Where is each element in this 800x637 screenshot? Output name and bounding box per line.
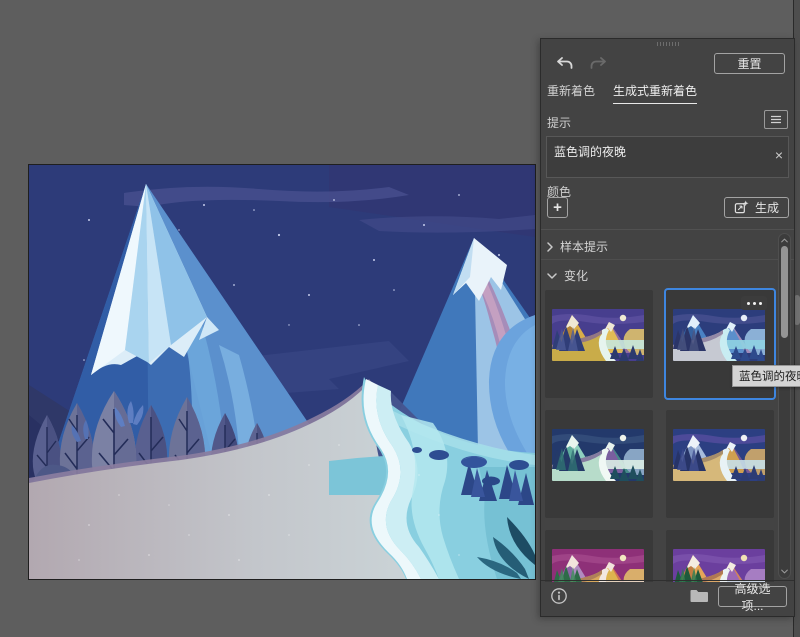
scrollbar-thumb[interactable]	[781, 246, 788, 338]
info-button[interactable]	[550, 587, 568, 605]
panel-scroll-area: 样本提示 变化	[541, 229, 794, 582]
variation-thumbnail[interactable]	[666, 410, 774, 518]
tab-generative-recolor[interactable]: 生成式重新着色	[613, 82, 697, 104]
variations-label: 变化	[564, 267, 588, 284]
sample-prompts-label: 样本提示	[560, 238, 608, 255]
thumbnail-image	[552, 309, 644, 361]
tab-recolor[interactable]: 重新着色	[547, 82, 595, 104]
scroll-down-icon[interactable]	[781, 569, 788, 574]
scrollbar[interactable]	[778, 233, 791, 579]
panel-footer: 高级选项...	[541, 580, 794, 616]
section-sample-prompts[interactable]: 样本提示	[547, 238, 608, 255]
clear-prompt-icon[interactable]: ×	[775, 148, 783, 162]
folder-icon	[690, 589, 708, 603]
divider	[541, 259, 794, 260]
prompt-input[interactable]: 蓝色调的夜晚	[547, 137, 788, 177]
artboard[interactable]	[28, 164, 536, 580]
add-color-button[interactable]: +	[547, 197, 568, 218]
thumbnail-image	[552, 429, 644, 481]
thumbnail-image	[673, 429, 765, 481]
variation-thumbnail[interactable]	[545, 290, 653, 398]
prompt-label: 提示	[547, 114, 571, 131]
menu-icon	[770, 115, 782, 124]
prompt-input-box: 蓝色调的夜晚 ×	[546, 136, 789, 178]
panel-grip[interactable]	[657, 42, 679, 46]
thumbnail-image	[552, 549, 644, 582]
chevron-right-icon	[547, 242, 553, 252]
section-variations[interactable]: 变化	[547, 267, 588, 284]
thumbnail-image	[673, 309, 765, 361]
illustrator-workspace: { "colors": { "accent": "#3e86e0", "pane…	[0, 0, 800, 637]
variation-thumbnail[interactable]	[545, 410, 653, 518]
redo-icon	[588, 55, 609, 73]
chevron-down-icon	[547, 273, 557, 279]
thumbnail-tooltip: 蓝色调的夜晚	[732, 365, 800, 387]
folder-button[interactable]	[690, 589, 708, 603]
undo-icon	[554, 55, 575, 73]
prompt-presets-button[interactable]	[764, 110, 788, 129]
variation-thumbnail[interactable]	[545, 530, 653, 582]
info-icon	[550, 587, 568, 605]
scroll-up-icon[interactable]	[781, 238, 788, 243]
tab-bar: 重新着色 生成式重新着色	[547, 82, 697, 104]
thumbnail-image	[673, 549, 765, 582]
reset-button[interactable]: 重置	[714, 53, 785, 74]
generate-button[interactable]: 生成	[724, 197, 789, 218]
more-options-icon[interactable]	[741, 296, 767, 310]
artwork-night-landscape	[29, 165, 535, 579]
advanced-options-button[interactable]: 高级选项...	[718, 586, 787, 607]
generate-label: 生成	[755, 199, 779, 216]
undo-button[interactable]	[554, 55, 575, 73]
variation-thumbnail[interactable]	[666, 530, 774, 582]
redo-button[interactable]	[588, 55, 609, 73]
variations-grid	[545, 290, 774, 582]
generate-icon	[734, 200, 749, 215]
generative-recolor-panel: 重置 重新着色 生成式重新着色 提示 蓝色调的夜晚 × 颜色 + 生成 样本提示	[540, 38, 795, 617]
